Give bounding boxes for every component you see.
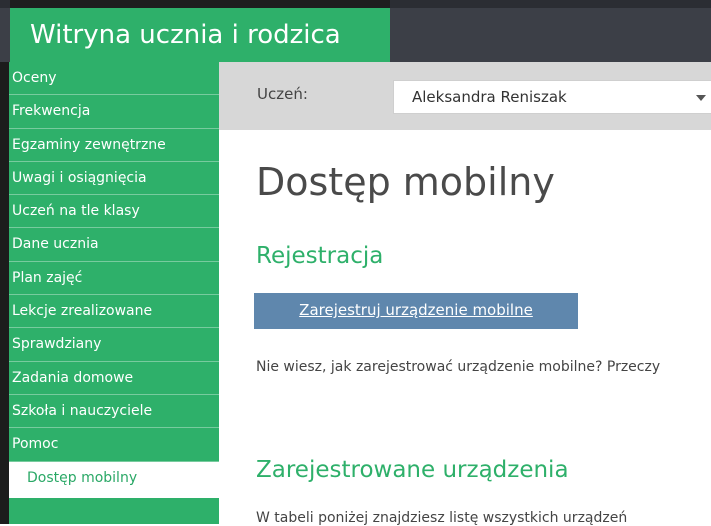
sidebar-item-zadania-domowe[interactable]: Zadania domowe	[9, 362, 219, 395]
left-edge	[0, 62, 9, 524]
registration-heading: Rejestracja	[256, 243, 384, 269]
sidebar-item-pomoc[interactable]: Pomoc	[9, 428, 219, 462]
sidebar-item-oceny[interactable]: Oceny	[9, 62, 219, 96]
student-bar: Uczeń: Aleksandra Reniszak	[219, 62, 711, 130]
sidebar-item-dane-ucznia[interactable]: Dane ucznia	[9, 228, 219, 262]
sidebar-item-uwagi[interactable]: Uwagi i osiągnięcia	[9, 162, 219, 196]
sidebar-item-frekwencja[interactable]: Frekwencja	[9, 95, 219, 129]
registered-devices-heading: Zarejestrowane urządzenia	[256, 457, 569, 483]
student-select-value: Aleksandra Reniszak	[412, 88, 567, 106]
app-title: Witryna ucznia i rodzica	[10, 8, 390, 62]
info-text: Nie wiesz, jak zarejestrować urządzenie …	[256, 359, 661, 375]
sidebar-item-dostep-mobilny[interactable]: Dostęp mobilny	[9, 461, 219, 498]
chevron-down-icon	[696, 95, 706, 101]
sidebar-item-uczen-na-tle-klasy[interactable]: Uczeń na tle klasy	[9, 195, 219, 229]
sidebar-item-sprawdziany[interactable]: Sprawdziany	[9, 328, 219, 362]
sidebar: Oceny Frekwencja Egzaminy zewnętrzne Uwa…	[9, 62, 219, 524]
sidebar-item-lekcje[interactable]: Lekcje zrealizowane	[9, 295, 219, 329]
register-device-button[interactable]: Zarejestruj urządzenie mobilne	[254, 293, 578, 329]
top-header: Witryna ucznia i rodzica	[0, 0, 711, 62]
sidebar-item-plan-zajec[interactable]: Plan zajęć	[9, 262, 219, 296]
header-strip-left	[10, 0, 390, 8]
page-title: Dostęp mobilny	[256, 160, 555, 204]
sidebar-item-egzaminy[interactable]: Egzaminy zewnętrzne	[9, 129, 219, 162]
sidebar-item-szkola[interactable]: Szkoła i nauczyciele	[9, 395, 219, 429]
student-select[interactable]: Aleksandra Reniszak	[393, 80, 711, 114]
student-label: Uczeń:	[257, 85, 308, 103]
